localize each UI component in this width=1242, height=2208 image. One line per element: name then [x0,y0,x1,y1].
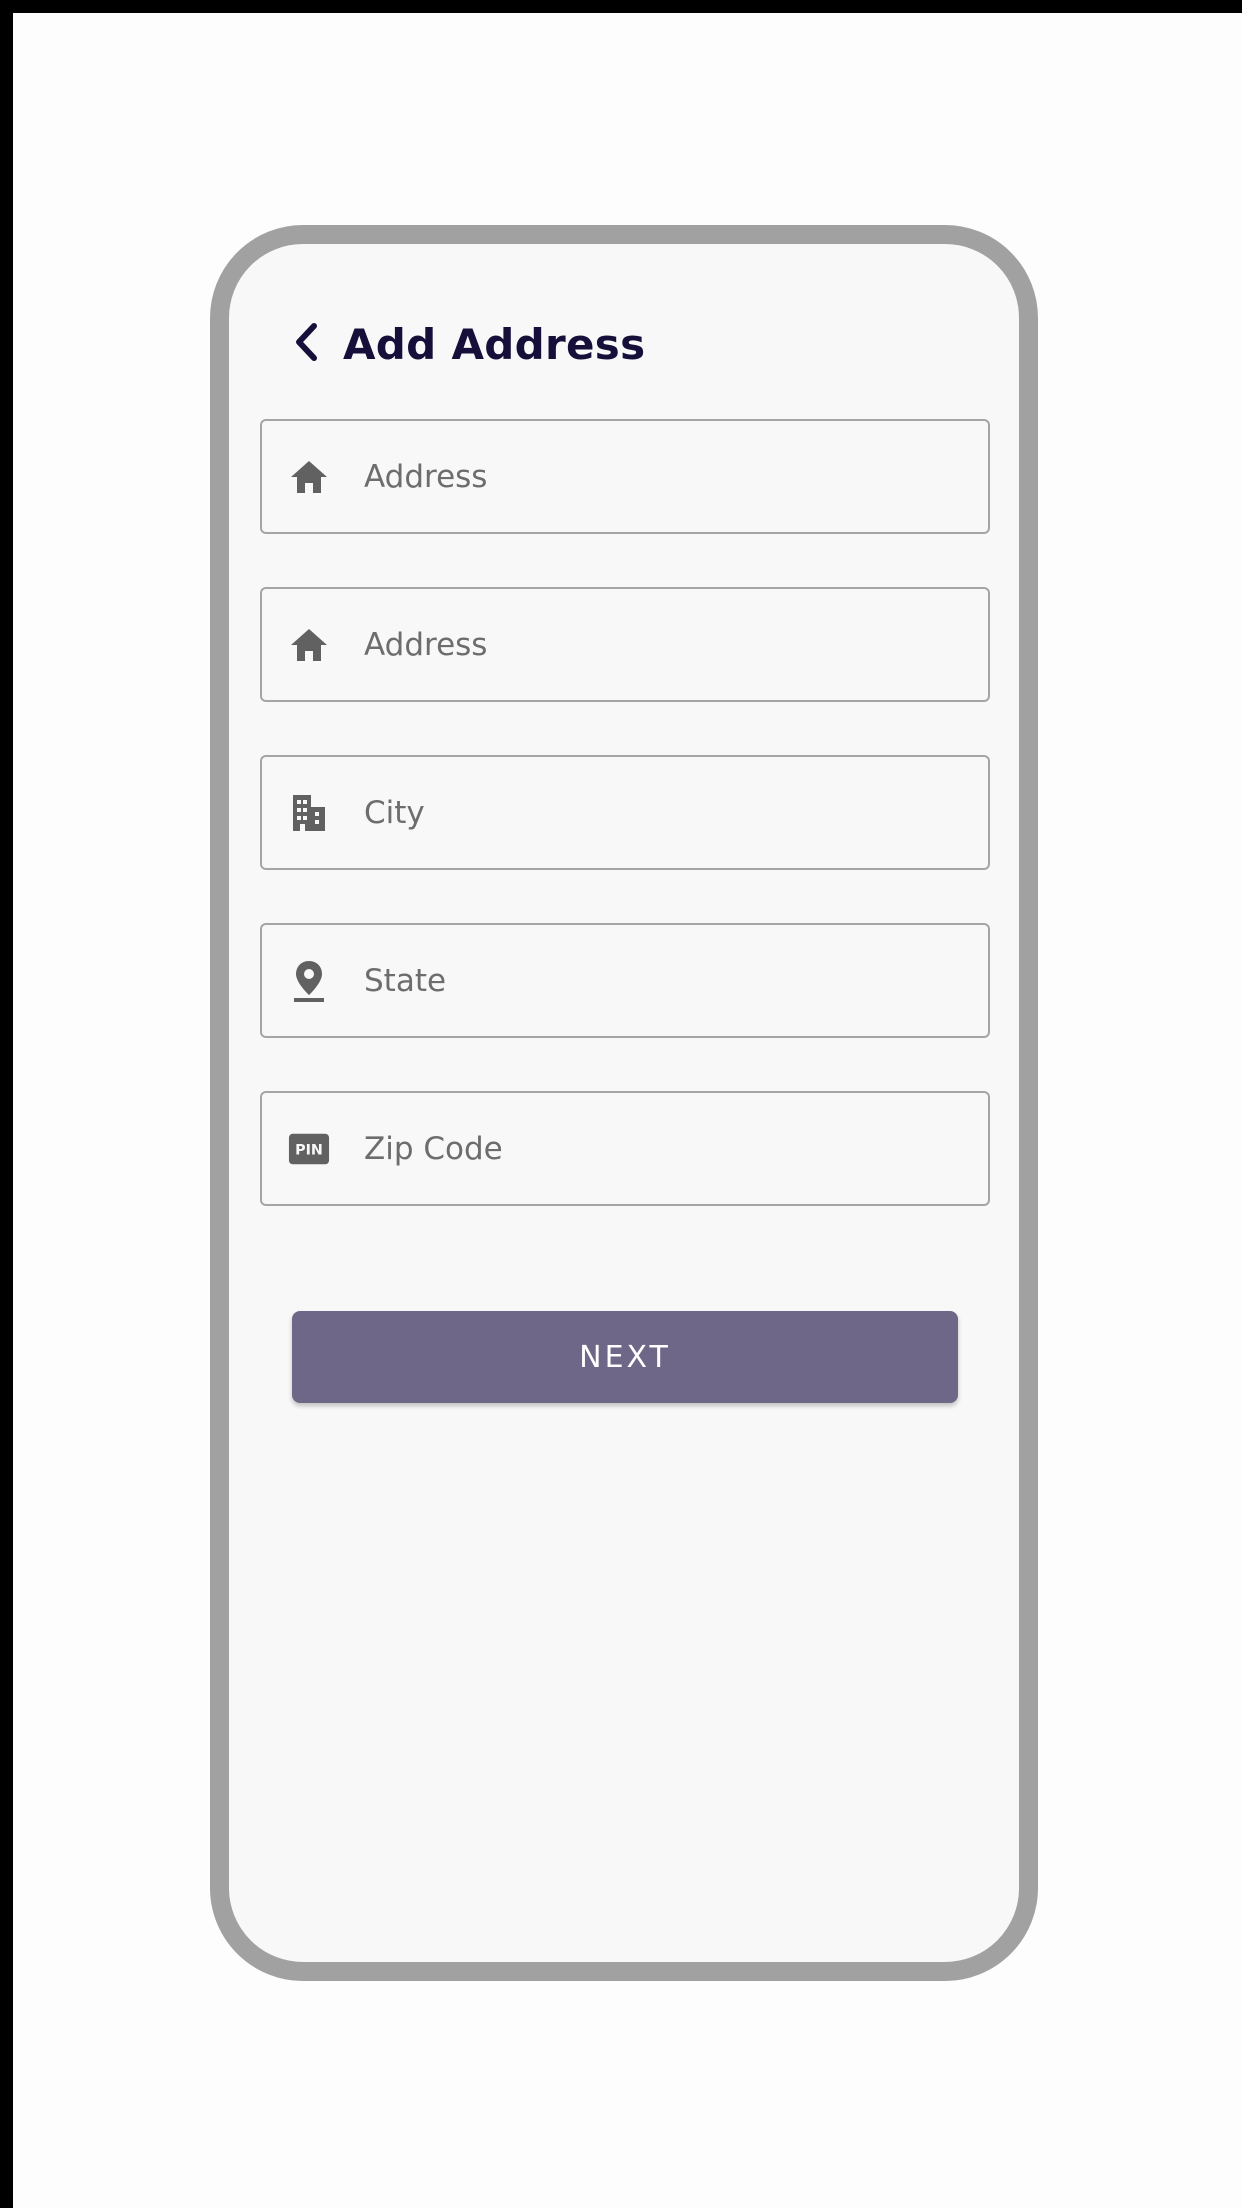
state-input[interactable] [364,925,964,1036]
city-input[interactable] [364,757,964,868]
top-border [0,0,1242,13]
left-border [0,0,13,2208]
address-line-1-field[interactable] [260,419,990,534]
zip-code-input[interactable] [364,1093,964,1204]
address-line-1-input[interactable] [364,421,964,532]
page-title: Add Address [343,319,646,369]
back-button[interactable] [293,314,333,374]
address-line-2-input[interactable] [364,589,964,700]
address-line-2-field[interactable] [260,587,990,702]
state-field[interactable] [260,923,990,1038]
home-icon [288,624,330,666]
page: Add Address Address Address City State P… [0,0,1242,2208]
next-button[interactable]: NEXT [292,1311,958,1403]
svg-text:PIN: PIN [295,1143,323,1159]
city-field[interactable] [260,755,990,870]
chevron-left-icon [293,322,319,366]
zip-code-field[interactable]: PIN [260,1091,990,1206]
pin-badge-icon: PIN [288,1128,330,1170]
app-header: Add Address [293,314,645,374]
city-icon [288,792,330,834]
location-pin-icon [288,960,330,1002]
phone-frame: Add Address Address Address City State P… [210,225,1038,1981]
home-icon [288,456,330,498]
